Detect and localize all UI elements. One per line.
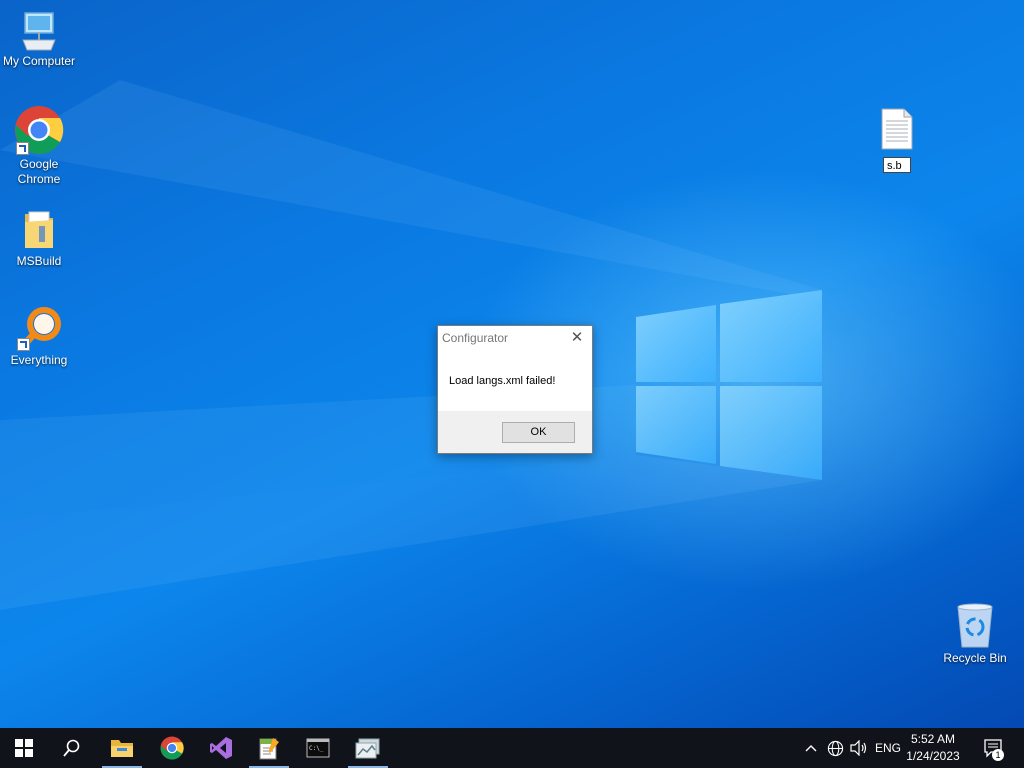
windows-wallpaper-logo: [636, 290, 822, 480]
chrome-icon: [14, 105, 64, 155]
computer-icon: [19, 10, 59, 52]
notification-center-icon[interactable]: 1: [978, 728, 1008, 768]
dialog-footer: OK: [438, 411, 592, 453]
notepad-icon[interactable]: [245, 728, 293, 768]
folder-icon: [21, 208, 57, 252]
ok-button[interactable]: OK: [502, 422, 575, 443]
desktop-icon-everything[interactable]: Everything: [0, 305, 78, 368]
speaker-icon[interactable]: [848, 728, 870, 768]
dialog-title: Configurator: [442, 331, 509, 345]
file-explorer-icon[interactable]: [98, 728, 146, 768]
shortcut-arrow-icon: [17, 338, 30, 351]
search-icon[interactable]: [48, 728, 96, 768]
desktop-icon-msbuild[interactable]: MSBuild: [0, 208, 78, 269]
desktop-icon-my-computer[interactable]: My Computer: [0, 10, 78, 69]
globe-icon[interactable]: [824, 728, 846, 768]
desktop: My Computer Google Chrome MSBuild Everyt…: [0, 0, 1024, 728]
desktop-icon-label: MSBuild: [16, 254, 62, 268]
notification-count-badge: 1: [992, 749, 1004, 761]
rename-input[interactable]: s.b: [883, 157, 911, 173]
clock-time: 5:52 AM: [910, 732, 956, 746]
desktop-icon-label: Google Chrome: [17, 157, 61, 186]
text-file-icon: [881, 108, 913, 150]
everything-search-icon: [15, 305, 63, 351]
desktop-icon-label: Everything: [10, 353, 68, 367]
desktop-icon-recycle-bin[interactable]: Recycle Bin: [936, 603, 1014, 666]
app-window-icon[interactable]: [344, 728, 392, 768]
taskbar: C:\_ ENG 5:52 AM 1/24/2023 1: [0, 728, 1024, 768]
svg-text:C:\_: C:\_: [309, 745, 324, 752]
desktop-icon-google-chrome[interactable]: Google Chrome: [0, 105, 78, 187]
chevron-up-icon[interactable]: [800, 728, 822, 768]
chrome-icon[interactable]: [148, 728, 196, 768]
terminal-icon[interactable]: C:\_: [294, 728, 342, 768]
shortcut-arrow-icon: [16, 142, 29, 155]
clock[interactable]: 5:52 AM 1/24/2023: [900, 731, 966, 765]
clock-date: 1/24/2023: [906, 749, 960, 763]
windows-start-icon[interactable]: [0, 728, 48, 768]
dialog-message: Load langs.xml failed!: [449, 375, 556, 387]
desktop-icon-label: My Computer: [2, 54, 76, 68]
visual-studio-icon[interactable]: [197, 728, 245, 768]
message-dialog: Configurator ✕ Load langs.xml failed! OK: [437, 325, 593, 454]
desktop-icon-label: Recycle Bin: [943, 651, 1007, 665]
recycle-bin-icon: [954, 603, 996, 649]
close-icon[interactable]: ✕: [568, 329, 586, 347]
